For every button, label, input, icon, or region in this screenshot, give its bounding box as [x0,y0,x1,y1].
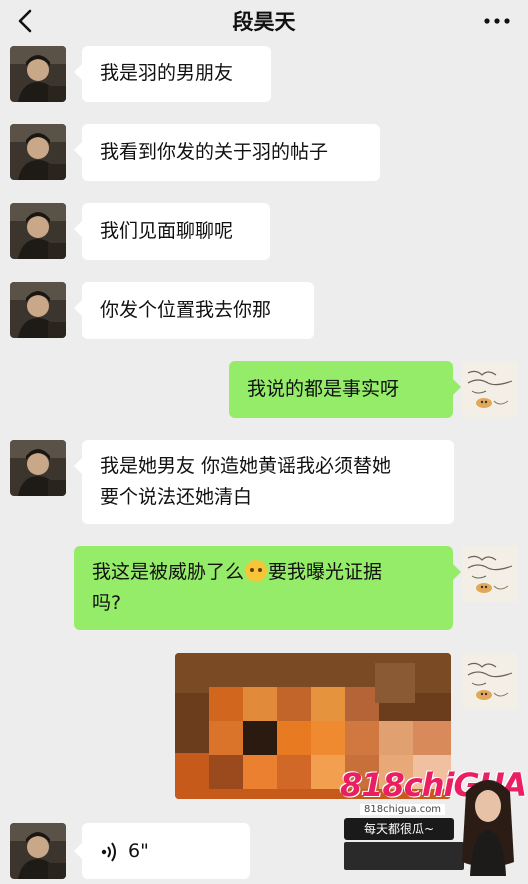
my-avatar[interactable] [462,653,518,709]
message-text-line: 要个说法还她清白 [100,486,253,508]
message-text: 我说的都是事实呀 [247,378,400,400]
contact-avatar[interactable] [10,282,66,338]
message-bubble-outgoing[interactable]: 我这是被威胁了么 要我曝光证据 吗? [74,546,461,630]
message-text: 我看到你发的关于羽的帖子 [100,141,329,163]
message-text-line: 吗? [92,592,122,614]
watermark-model-image [462,780,514,876]
chat-title: 段昊天 [232,10,296,34]
contact-avatar[interactable] [10,203,66,259]
flushed-face-emoji-icon [245,560,268,582]
message-bubble-outgoing[interactable]: 我说的都是事实呀 [229,361,461,418]
contact-avatar[interactable] [10,823,66,879]
message-text: 要我曝光证据 [268,561,383,583]
voice-duration: 6" [128,840,149,862]
contact-avatar[interactable] [10,440,66,496]
message-text: 你发个位置我去你那 [100,299,272,321]
message-text-line: 我这是被威胁了么 要我曝光证据 [92,557,435,588]
watermark-band [344,842,464,870]
more-dots-icon[interactable] [484,18,510,24]
message-text-line: 我是她男友 你造她黄谣我必须替她 [100,455,392,477]
watermark-slogan: 每天都很瓜~ [344,818,454,840]
contact-avatar[interactable] [10,124,66,180]
message-bubble-incoming[interactable]: 我是羽的男朋友 [74,46,271,102]
chat-header: 段昊天 [0,0,528,44]
voice-wave-icon [101,842,116,862]
message-bubble-incoming[interactable]: 我是她男友 你造她黄谣我必须替她 要个说法还她清白 [74,440,454,524]
message-bubble-incoming[interactable]: 你发个位置我去你那 [74,282,314,339]
message-bubble-incoming[interactable]: 我们见面聊聊呢 [74,203,270,260]
message-text: 我们见面聊聊呢 [100,220,234,242]
message-text: 我这是被威胁了么 [92,561,245,583]
my-avatar[interactable] [462,361,518,417]
message-bubble-incoming[interactable]: 我看到你发的关于羽的帖子 [74,124,380,181]
my-avatar[interactable] [462,546,518,602]
watermark-overlay: 818chiGUA 818chigua.com 每天都很瓜~ [338,766,527,878]
message-text: 我是羽的男朋友 [100,62,234,84]
watermark-url: 818chigua.com [360,804,446,815]
voice-message[interactable]: 6" [74,823,250,879]
contact-avatar[interactable] [10,46,66,102]
